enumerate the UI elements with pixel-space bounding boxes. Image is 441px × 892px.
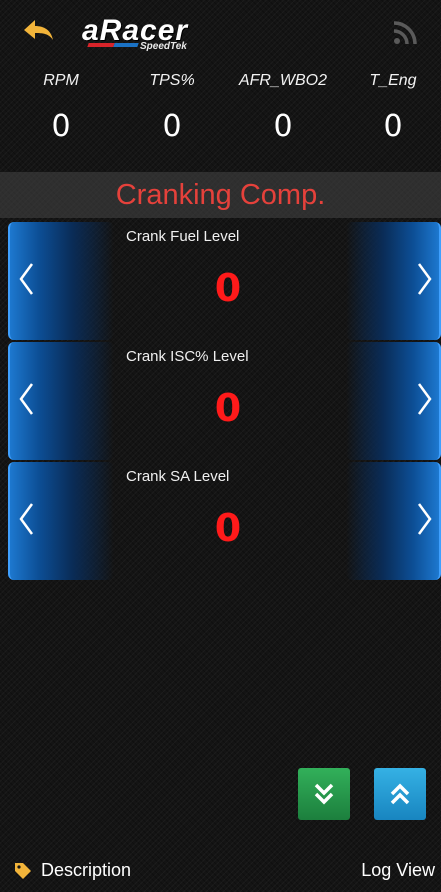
sensor-rpm: RPM 0 [6, 62, 116, 144]
sensor-readouts: RPM 0 TPS% 0 AFR_WBO2 0 T_Eng 0 [0, 62, 441, 170]
description-link[interactable]: Description [41, 860, 131, 881]
sensor-value: 0 [51, 109, 71, 144]
logo-stripe-blue [113, 43, 139, 47]
sensor-label: T_Eng [369, 72, 417, 89]
sensor-label: AFR_WBO2 [238, 72, 327, 89]
sensor-afr-wbo2: AFR_WBO2 0 [228, 62, 338, 144]
tag-icon [15, 863, 31, 879]
aracer-logo: aRacer SpeedTek [82, 14, 232, 54]
scroll-down-button[interactable] [298, 768, 350, 820]
sensor-tps: TPS% 0 [117, 62, 227, 144]
increment-button[interactable] [346, 222, 441, 340]
param-value: 0 [214, 506, 242, 550]
chevron-right-icon [417, 263, 432, 295]
increment-button[interactable] [346, 462, 441, 580]
sensor-value: 0 [273, 109, 293, 144]
rss-icon[interactable] [392, 20, 418, 46]
sensor-label: TPS% [149, 72, 195, 89]
increment-button[interactable] [346, 342, 441, 460]
param-row-crank-sa: Crank SA Level 0 [0, 462, 441, 580]
decrement-button[interactable] [8, 342, 114, 460]
app-header: aRacer SpeedTek [0, 0, 441, 62]
chevron-right-icon [417, 503, 432, 535]
sensor-value: 0 [383, 109, 403, 144]
logo-subtext: SpeedTek [140, 41, 187, 52]
section-title: Cranking Comp. [0, 172, 441, 218]
back-arrow-icon [24, 20, 53, 40]
param-row-crank-isc: Crank ISC% Level 0 [0, 342, 441, 460]
footer-bar: Description Log View [0, 852, 441, 892]
log-view-link[interactable]: Log View [361, 860, 435, 881]
double-chevron-up-icon [390, 783, 410, 805]
scroll-up-button[interactable] [374, 768, 426, 820]
double-chevron-down-icon [314, 783, 334, 805]
sensor-value: 0 [162, 109, 182, 144]
chevron-left-icon [19, 383, 34, 415]
chevron-left-icon [19, 503, 34, 535]
param-value: 0 [214, 266, 242, 310]
param-label: Crank Fuel Level [126, 228, 240, 245]
param-row-crank-fuel: Crank Fuel Level 0 [0, 222, 441, 340]
back-button[interactable] [22, 18, 56, 46]
sensor-label: RPM [43, 72, 79, 89]
chevron-left-icon [19, 263, 34, 295]
param-label: Crank ISC% Level [126, 348, 249, 365]
decrement-button[interactable] [8, 222, 114, 340]
decrement-button[interactable] [8, 462, 114, 580]
param-label: Crank SA Level [126, 468, 230, 485]
logo-stripe-red [87, 43, 115, 47]
sensor-t-eng: T_Eng 0 [338, 62, 441, 144]
param-value: 0 [214, 386, 242, 430]
chevron-right-icon [417, 383, 432, 415]
